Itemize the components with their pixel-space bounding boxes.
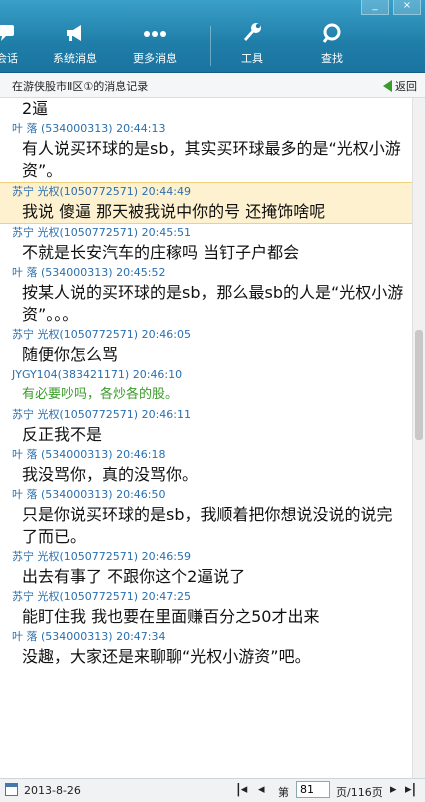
message-header: 苏宁 光权(1050772571) 20:46:59 xyxy=(0,548,413,566)
message-sender: 苏宁 光权(1050772571) xyxy=(12,185,139,198)
message-header: 叶 落 (534000313) 20:46:18 xyxy=(0,446,413,464)
page-number-input[interactable] xyxy=(296,781,330,798)
toolbar-search[interactable]: 查找 xyxy=(301,22,363,66)
message-body: 我说 傻逼 那天被我说中你的号 还掩饰啥呢 xyxy=(22,202,326,221)
message-sender-id: (534000313) xyxy=(41,630,113,643)
next-page-icon[interactable]: ▸ xyxy=(390,782,397,797)
chat-icon xyxy=(0,25,14,41)
message-time: 20:47:25 xyxy=(141,590,191,603)
message-body: 我没骂你，真的没骂你。 xyxy=(22,465,199,484)
message-body: 能盯住我 我也要在里面赚百分之50才出来 xyxy=(22,607,320,626)
vertical-scrollbar[interactable] xyxy=(412,98,425,778)
message-list[interactable]: 2逼 叶 落 (534000313) 20:44:13 有人说买环球的是sb，其… xyxy=(0,98,413,778)
message-sender: 叶 落 xyxy=(12,266,38,279)
message-header: 苏宁 光权(1050772571) 20:47:25 xyxy=(0,588,413,606)
message-time: 20:47:34 xyxy=(116,630,166,643)
message-header: 苏宁 光权(1050772571) 20:46:05 xyxy=(0,326,413,344)
page-title: 在游侠股市Ⅱ区①的消息记录 xyxy=(12,80,149,93)
history-date[interactable]: 2013-8-26 xyxy=(24,784,81,797)
wrench-icon xyxy=(244,23,261,41)
history-header: 在游侠股市Ⅱ区①的消息记录 返回 xyxy=(0,73,425,98)
back-button[interactable]: 返回 xyxy=(383,78,417,94)
message-sender: 苏宁 光权(1050772571) xyxy=(12,550,139,563)
toolbar-more-messages[interactable]: 更多消息 xyxy=(124,22,186,66)
page-total: 页/116页 xyxy=(336,786,383,799)
window-controls: _ × xyxy=(361,0,421,15)
message-header: 叶 落 (534000313) 20:44:13 xyxy=(0,120,413,138)
message-body: 按某人说的买环球的是sb，那么最sb的人是“光权小游资”。。。 xyxy=(22,283,404,324)
footer-bar: 2013-8-26 |◂ ◂ 第 页/116页 ▸ ▸| xyxy=(0,778,425,802)
message-time: 20:44:49 xyxy=(141,185,191,198)
message-time: 20:46:50 xyxy=(116,488,166,501)
message-header: 苏宁 光权(1050772571) 20:46:11 xyxy=(0,406,413,424)
message-sender-id: (534000313) xyxy=(41,448,113,461)
search-icon xyxy=(322,23,341,43)
message-sender: 叶 落 xyxy=(12,488,38,501)
message-time: 20:46:05 xyxy=(141,328,191,341)
toolbar-chat[interactable]: 会话 xyxy=(0,22,38,66)
message-sender: 苏宁 光权(1050772571) xyxy=(12,590,139,603)
toolbar-search-label: 查找 xyxy=(321,52,343,65)
more-icon xyxy=(144,31,166,37)
toolbar-chat-label: 会话 xyxy=(0,52,18,65)
toolbar-system-messages-label: 系统消息 xyxy=(53,52,97,65)
message-sender: 苏宁 光权(1050772571) xyxy=(12,328,139,341)
megaphone-icon xyxy=(67,25,81,41)
message-time: 20:46:10 xyxy=(132,368,183,381)
message-body: 有人说买环球的是sb，其实买环球最多的是“光权小游资”。 xyxy=(22,139,401,180)
message-sender-id: (534000313) xyxy=(41,266,113,279)
toolbar-system-messages[interactable]: 系统消息 xyxy=(44,22,106,66)
message-body: 出去有事了 不跟你这个2逼说了 xyxy=(22,567,246,586)
message-sender: 叶 落 xyxy=(12,630,38,643)
toolbar-more-messages-label: 更多消息 xyxy=(133,52,177,65)
prev-page-icon[interactable]: ◂ xyxy=(258,782,265,797)
message-sender: JYGY104(383421171) xyxy=(12,368,130,381)
message-time: 20:45:52 xyxy=(116,266,166,279)
back-arrow-icon xyxy=(383,80,392,92)
message-header: JYGY104(383421171) 20:46:10 xyxy=(0,366,413,384)
message-body: 有必要吵吗，各炒各的股。 xyxy=(22,387,179,402)
message-time: 20:46:18 xyxy=(116,448,166,461)
message-header: 叶 落 (534000313) 20:47:34 xyxy=(0,628,413,646)
scrollbar-thumb[interactable] xyxy=(415,330,423,440)
last-page-icon[interactable]: ▸| xyxy=(405,782,416,797)
page-prefix: 第 xyxy=(278,786,289,799)
message-time: 20:45:51 xyxy=(141,226,191,239)
message-time: 20:46:59 xyxy=(141,550,191,563)
message-sender-id: (534000313) xyxy=(41,122,113,135)
first-page-icon[interactable]: |◂ xyxy=(236,782,247,797)
message-time: 20:46:11 xyxy=(141,408,191,421)
message-body: 2逼 xyxy=(22,99,49,118)
toolbar: _ × 会话 系统消息 更多消息 工具 查找 xyxy=(0,0,425,73)
toolbar-separator xyxy=(210,26,211,66)
back-button-label: 返回 xyxy=(395,80,417,93)
calendar-icon[interactable] xyxy=(5,783,18,796)
minimize-button[interactable]: _ xyxy=(361,0,389,15)
message-sender-id: (534000313) xyxy=(41,488,113,501)
toolbar-tools-label: 工具 xyxy=(241,52,263,65)
message-sender: 叶 落 xyxy=(12,448,38,461)
message-body: 没趣，大家还是来聊聊“光权小游资”吧。 xyxy=(22,647,311,666)
message-sender: 苏宁 光权(1050772571) xyxy=(12,408,139,421)
message-sender: 苏宁 光权(1050772571) xyxy=(12,226,139,239)
message-time: 20:44:13 xyxy=(116,122,166,135)
message-header: 叶 落 (534000313) 20:46:50 xyxy=(0,486,413,504)
message-header: 叶 落 (534000313) 20:45:52 xyxy=(0,264,413,282)
highlighted-message: 苏宁 光权(1050772571) 20:44:49 我说 傻逼 那天被我说中你… xyxy=(0,182,413,224)
toolbar-tools[interactable]: 工具 xyxy=(221,22,283,66)
message-body: 反正我不是 xyxy=(22,425,103,444)
message-body: 只是你说买环球的是sb，我顺着把你想说没说的说完了而已。 xyxy=(22,505,393,546)
message-body: 不就是长安汽车的庄稼吗 当钉子户都会 xyxy=(22,243,300,262)
message-header: 苏宁 光权(1050772571) 20:45:51 xyxy=(0,224,413,242)
message-header: 苏宁 光权(1050772571) 20:44:49 xyxy=(0,183,413,201)
message-body: 随便你怎么骂 xyxy=(22,345,119,364)
message-sender: 叶 落 xyxy=(12,122,38,135)
close-button[interactable]: × xyxy=(393,0,421,15)
